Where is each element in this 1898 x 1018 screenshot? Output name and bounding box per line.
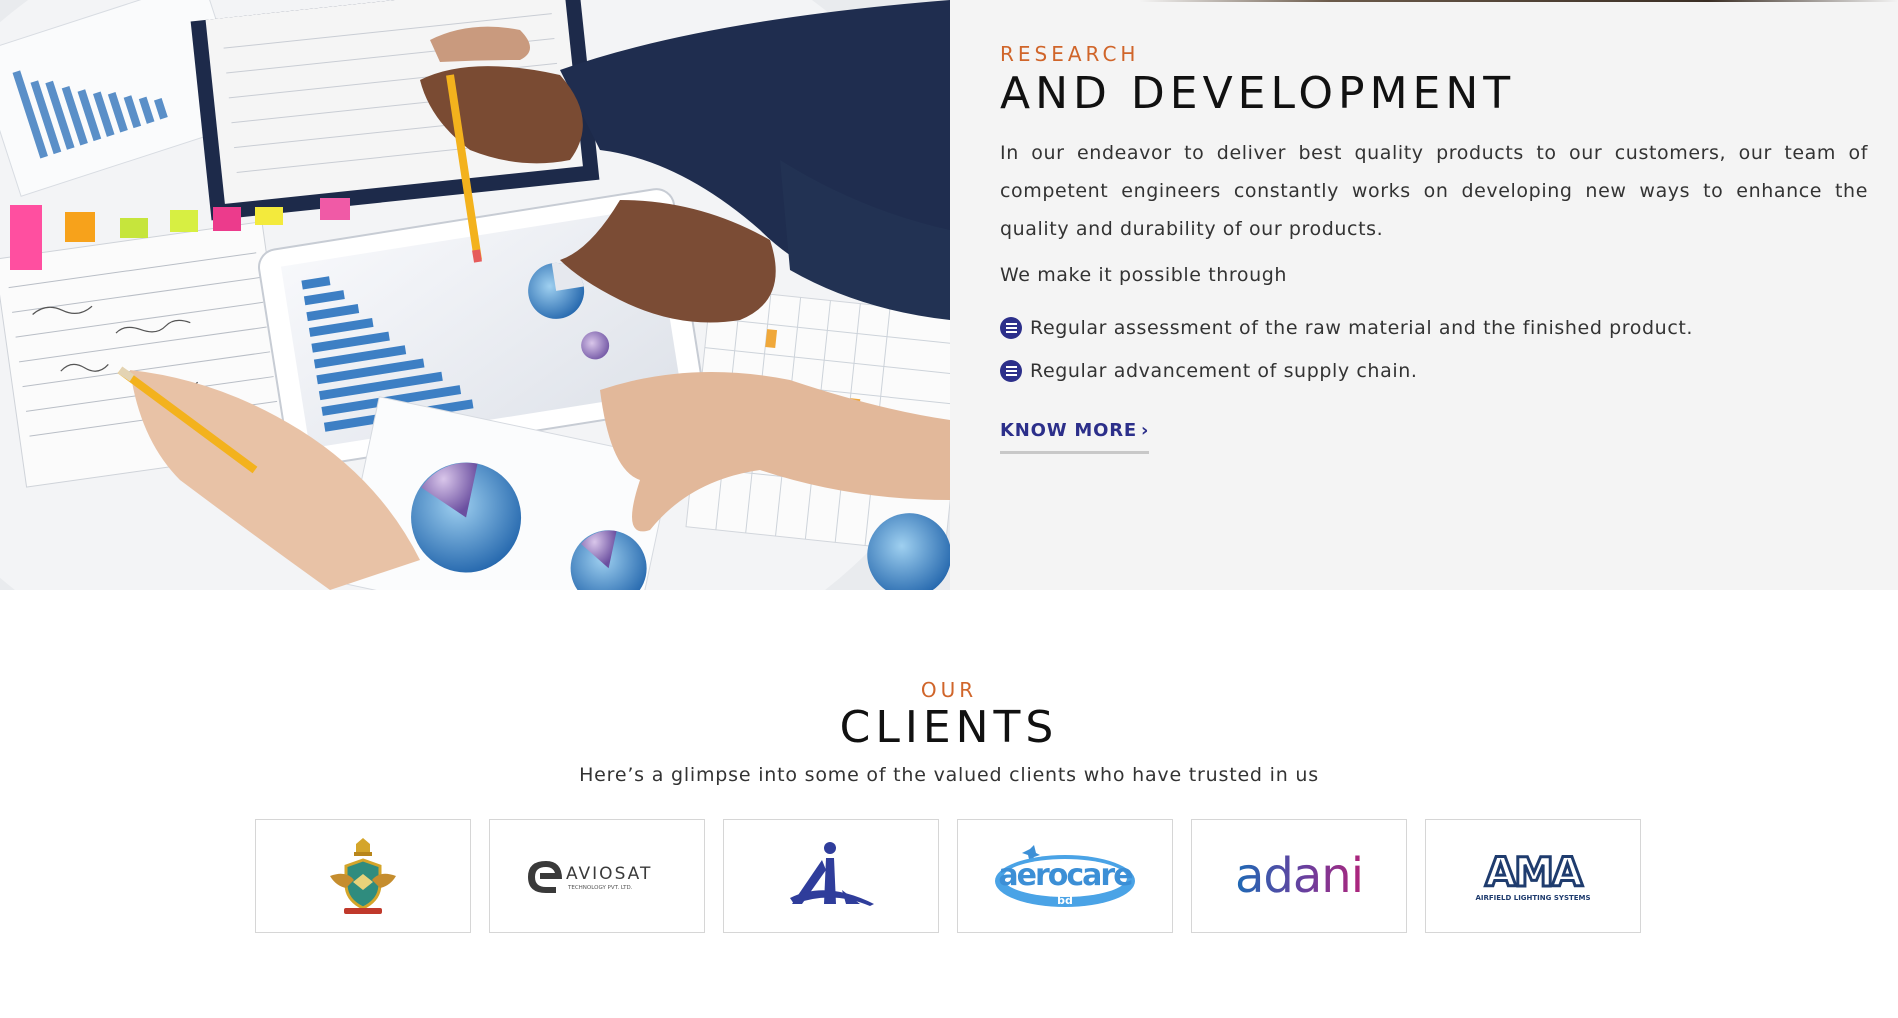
business-meeting-image bbox=[0, 0, 950, 590]
svg-text:aerocare: aerocare bbox=[998, 858, 1132, 893]
svg-text:bd: bd bbox=[1057, 894, 1073, 907]
client-logo-card[interactable]: AMA AIRFIELD LIGHTING SYSTEMS bbox=[1425, 819, 1641, 933]
research-title: AND DEVELOPMENT bbox=[1000, 68, 1516, 119]
list-item: Regular assessment of the raw material a… bbox=[1000, 306, 1868, 349]
chevron-right-icon: › bbox=[1141, 420, 1150, 442]
client-logo-row: AVIOSAT TECHNOLOGY PVT. LTD. aerocare bd bbox=[255, 819, 1641, 933]
client-logo-card[interactable]: AVIOSAT TECHNOLOGY PVT. LTD. bbox=[489, 819, 705, 933]
know-more-label: KNOW MORE bbox=[1000, 420, 1138, 442]
client-logo-card[interactable] bbox=[255, 819, 471, 933]
list-bullet-icon bbox=[1000, 316, 1022, 339]
aerocare-logo: aerocare bd bbox=[995, 845, 1135, 907]
clients-eyebrow: OUR bbox=[920, 678, 978, 702]
svg-text:adani: adani bbox=[1235, 848, 1363, 904]
list-bullet-icon bbox=[1000, 359, 1022, 382]
client-logo-card[interactable]: adani bbox=[1191, 819, 1407, 933]
know-more-link[interactable]: KNOW MORE › bbox=[1000, 420, 1150, 455]
adani-logo: adani bbox=[1235, 848, 1364, 904]
list-item-text: Regular advancement of supply chain. bbox=[1030, 359, 1418, 382]
svg-text:AMA: AMA bbox=[1485, 850, 1583, 896]
svg-text:AVIOSAT: AVIOSAT bbox=[566, 864, 652, 884]
clients-section: OUR CLIENTS Here’s a glimpse into some o… bbox=[0, 590, 1898, 1018]
clients-title: CLIENTS bbox=[839, 702, 1059, 753]
research-eyebrow: RESEARCH bbox=[1000, 42, 1140, 66]
aai-logo bbox=[790, 842, 874, 906]
list-item-text: Regular assessment of the raw material a… bbox=[1030, 316, 1694, 339]
research-lead: We make it possible through bbox=[1000, 264, 1288, 287]
clients-subtitle: Here’s a glimpse into some of the valued… bbox=[579, 764, 1319, 787]
research-content: RESEARCH AND DEVELOPMENT In our endeavor… bbox=[950, 0, 1898, 590]
research-photo bbox=[0, 0, 950, 590]
svg-text:AIRFIELD LIGHTING SYSTEMS: AIRFIELD LIGHTING SYSTEMS bbox=[1475, 894, 1590, 902]
aviosat-logo: AVIOSAT TECHNOLOGY PVT. LTD. bbox=[528, 861, 652, 893]
list-item: Regular advancement of supply chain. bbox=[1000, 349, 1868, 392]
client-logo-card[interactable] bbox=[723, 819, 939, 933]
ama-logo: AMA AIRFIELD LIGHTING SYSTEMS bbox=[1475, 849, 1590, 903]
air-force-crest-logo bbox=[330, 838, 396, 914]
research-description: In our endeavor to deliver best quality … bbox=[1000, 142, 1868, 241]
client-logo-card[interactable]: aerocare bd bbox=[957, 819, 1173, 933]
research-section: RESEARCH AND DEVELOPMENT In our endeavor… bbox=[0, 0, 1898, 590]
svg-text:TECHNOLOGY PVT. LTD.: TECHNOLOGY PVT. LTD. bbox=[567, 885, 633, 891]
research-points: Regular assessment of the raw material a… bbox=[1000, 306, 1868, 392]
